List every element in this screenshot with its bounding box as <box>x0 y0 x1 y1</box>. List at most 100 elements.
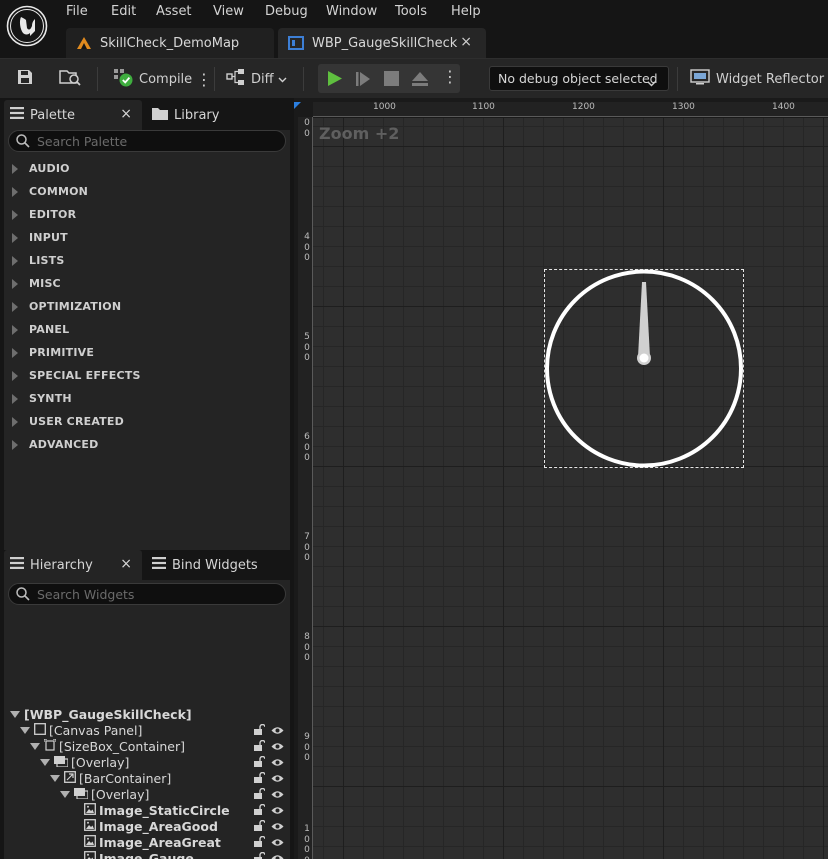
expand-arrow-icon[interactable] <box>40 758 50 766</box>
hierarchy-row[interactable]: [WBP_GaugeSkillCheck] <box>10 706 290 722</box>
close-palette-icon[interactable]: × <box>120 106 132 122</box>
palette-category-input[interactable]: INPUT <box>12 231 68 244</box>
row-visibility-controls <box>253 835 284 850</box>
compile-button[interactable]: Compile <box>112 59 192 99</box>
widget-reflector-button[interactable]: Widget Reflector <box>690 59 824 99</box>
menu-debug[interactable]: Debug <box>265 4 308 19</box>
ruler-y-label: 700 <box>304 532 310 563</box>
expand-arrow-icon[interactable] <box>30 742 40 750</box>
zoom-level-label: Zoom +2 <box>319 124 400 143</box>
debug-object-select[interactable]: No debug object selected <box>489 66 669 91</box>
tab-hierarchy[interactable]: Hierarchy × <box>4 550 142 580</box>
palette-category-special-effects[interactable]: SPECIAL EFFECTS <box>12 369 141 382</box>
unlock-icon[interactable] <box>253 755 266 770</box>
play-options-icon[interactable]: ⋮ <box>442 67 458 86</box>
image-icon <box>84 802 96 818</box>
ruler-x-label: 1000 <box>373 102 396 112</box>
expand-arrow-icon[interactable] <box>60 790 70 798</box>
palette-category-editor[interactable]: EDITOR <box>12 208 76 221</box>
visibility-eye-icon[interactable] <box>271 739 284 754</box>
palette-search-input[interactable]: Search Palette <box>8 130 286 152</box>
menu-edit[interactable]: Edit <box>111 4 136 19</box>
compile-options-icon[interactable]: ⋮ <box>196 59 212 99</box>
unlock-icon[interactable] <box>253 803 266 818</box>
design-canvas[interactable]: Zoom +2 <box>313 118 828 859</box>
row-visibility-controls <box>253 755 284 770</box>
hierarchy-row[interactable]: [BarContainer] <box>50 770 290 786</box>
unreal-logo-icon[interactable] <box>6 5 48 47</box>
visibility-eye-icon[interactable] <box>271 787 284 802</box>
palette-category-primitive[interactable]: PRIMITIVE <box>12 346 94 359</box>
menu-window[interactable]: Window <box>326 4 377 19</box>
hierarchy-row-label: [SizeBox_Container] <box>59 738 185 754</box>
expand-arrow-icon[interactable] <box>10 710 20 718</box>
unlock-icon[interactable] <box>253 835 266 850</box>
row-visibility-controls <box>253 851 284 859</box>
palette-category-synth[interactable]: SYNTH <box>12 392 72 405</box>
palette-category-audio[interactable]: AUDIO <box>12 162 70 175</box>
designer-viewport[interactable]: 1000 1100 1200 1300 1400 400 500 600 700 800… <box>294 98 828 859</box>
hierarchy-row[interactable]: Image_AreaGreat <box>70 834 290 850</box>
visibility-eye-icon[interactable] <box>271 835 284 850</box>
visibility-eye-icon[interactable] <box>271 723 284 738</box>
chevron-down-icon <box>278 72 287 87</box>
eject-icon[interactable] <box>411 71 429 90</box>
expand-arrow-icon[interactable] <box>50 774 60 782</box>
ruler-corner-marker-icon <box>294 102 301 109</box>
unlock-icon[interactable] <box>253 851 266 859</box>
visibility-eye-icon[interactable] <box>271 803 284 818</box>
hierarchy-row[interactable]: [Canvas Panel] <box>20 722 290 738</box>
row-visibility-controls <box>253 819 284 834</box>
tab-skillcheck-demomap[interactable]: SkillCheck_DemoMap <box>66 28 274 58</box>
play-icon[interactable] <box>327 70 343 90</box>
menu-file[interactable]: File <box>66 4 88 19</box>
palette-category-misc[interactable]: MISC <box>12 277 61 290</box>
palette-category-optimization[interactable]: OPTIMIZATION <box>12 300 121 313</box>
menu-tools[interactable]: Tools <box>395 4 427 19</box>
hierarchy-row-label: Image_AreaGreat <box>99 834 221 850</box>
hierarchy-row[interactable]: [SizeBox_Container] <box>30 737 290 754</box>
menu-asset[interactable]: Asset <box>156 4 192 19</box>
unlock-icon[interactable] <box>253 723 266 738</box>
tab-wbp-gaugeskillcheck[interactable]: WBP_GaugeSkillCheck × <box>278 28 486 58</box>
diff-icon <box>226 68 246 90</box>
stop-icon[interactable] <box>384 71 399 89</box>
unlock-icon[interactable] <box>253 819 266 834</box>
step-icon[interactable] <box>355 71 371 90</box>
hierarchy-row-label: [Canvas Panel] <box>49 722 143 738</box>
unlock-icon[interactable] <box>253 771 266 786</box>
diff-button[interactable]: Diff <box>226 59 287 99</box>
visibility-eye-icon[interactable] <box>271 755 284 770</box>
palette-category-lists[interactable]: LISTS <box>12 254 64 267</box>
toolbar-separator <box>97 67 98 91</box>
unlock-icon[interactable] <box>253 787 266 802</box>
hierarchy-row[interactable]: Image_AreaGood <box>70 818 290 834</box>
visibility-eye-icon[interactable] <box>271 851 284 859</box>
visibility-eye-icon[interactable] <box>271 771 284 786</box>
expand-arrow-icon[interactable] <box>20 726 30 734</box>
size-box-icon <box>43 737 57 754</box>
tab-library[interactable]: Library <box>146 100 286 130</box>
hierarchy-row[interactable]: [Overlay] <box>40 754 290 770</box>
hierarchy-row[interactable]: Image_StaticCircle <box>70 802 290 818</box>
palette-category-common[interactable]: COMMON <box>12 185 88 198</box>
menu-help[interactable]: Help <box>451 4 481 19</box>
save-button[interactable] <box>16 59 34 99</box>
unlock-icon[interactable] <box>253 739 266 754</box>
palette-category-advanced[interactable]: ADVANCED <box>12 438 98 451</box>
palette-category-panel[interactable]: PANEL <box>12 323 69 336</box>
row-visibility-controls <box>253 739 284 754</box>
hierarchy-row[interactable]: Image_Gauge <box>70 850 290 859</box>
palette-category-user-created[interactable]: USER CREATED <box>12 415 124 428</box>
folder-icon <box>152 107 168 124</box>
tab-bind-widgets[interactable]: Bind Widgets <box>146 550 286 580</box>
browse-button[interactable] <box>58 59 82 99</box>
close-hierarchy-icon[interactable]: × <box>120 556 132 572</box>
close-tab-icon[interactable]: × <box>460 34 472 50</box>
visibility-eye-icon[interactable] <box>271 819 284 834</box>
hierarchy-search-input[interactable]: Search Widgets <box>8 583 286 605</box>
overlay-icon <box>74 787 89 802</box>
menu-view[interactable]: View <box>213 4 244 19</box>
tab-palette[interactable]: Palette × <box>4 100 142 130</box>
hierarchy-row[interactable]: [Overlay] <box>60 786 290 802</box>
